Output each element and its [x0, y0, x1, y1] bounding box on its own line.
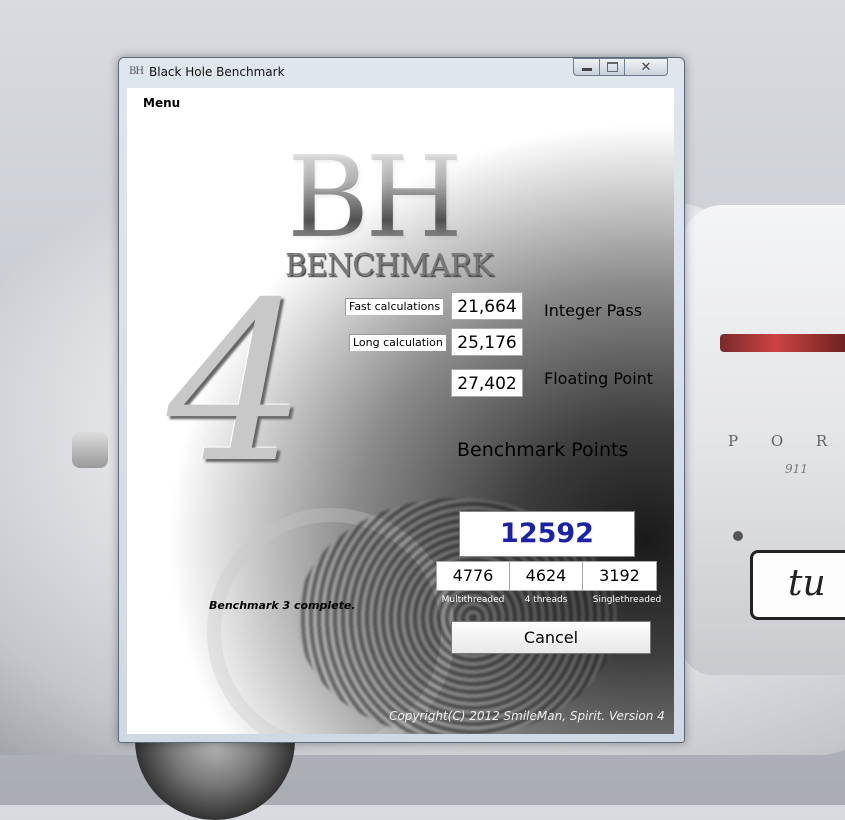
car-sensor: [733, 531, 743, 541]
cancel-button[interactable]: Cancel: [451, 621, 651, 654]
car-tail-light: [720, 334, 845, 352]
singlethreaded-caption: Singlethreaded: [592, 595, 662, 605]
floating-point-value: 27,402: [451, 369, 523, 397]
multithreaded-caption: Multithreaded: [441, 595, 505, 605]
multithreaded-score: 4776: [436, 561, 510, 591]
logo-bh: BH: [287, 133, 463, 263]
copyright-text: Copyright(C) 2012 SmileMan, Spirit. Vers…: [389, 709, 665, 723]
benchmark-total-score: 12592: [459, 511, 635, 557]
close-icon: ✕: [640, 59, 652, 75]
minimize-button[interactable]: [573, 58, 600, 76]
maximize-icon: [606, 62, 618, 72]
four-threads-score: 4624: [509, 561, 583, 591]
title-bar[interactable]: BH Black Hole Benchmark ✕: [119, 58, 684, 86]
menu-item[interactable]: Menu: [143, 96, 180, 110]
floating-point-label: Floating Point: [544, 369, 654, 388]
fast-calculations-value: 21,664: [451, 292, 523, 320]
car-door-handle: [72, 432, 108, 468]
benchmark-window: BH Black Hole Benchmark ✕ Menu BH BENCHM…: [118, 57, 685, 743]
long-calculation-value: 25,176: [451, 328, 523, 356]
fast-calculations-label: Fast calculations: [345, 298, 444, 315]
logo-version-four: 4: [167, 255, 307, 511]
logo-benchmark: BENCHMARK: [285, 248, 494, 283]
close-button[interactable]: ✕: [624, 58, 668, 76]
long-calculation-label: Long calculation: [349, 334, 446, 351]
maximize-button[interactable]: [599, 58, 625, 76]
benchmark-points-title: Benchmark Points: [457, 439, 629, 461]
car-model-text: 911: [785, 462, 808, 476]
integer-pass-label: Integer Pass: [544, 301, 643, 320]
four-threads-caption: 4 threads: [524, 595, 568, 605]
car-badge-text: P O R: [728, 432, 842, 450]
window-title: Black Hole Benchmark: [149, 65, 285, 79]
car-plate: tu: [750, 550, 845, 620]
singlethreaded-score: 3192: [582, 561, 657, 591]
minimize-icon: [581, 67, 592, 71]
status-text: Benchmark 3 complete.: [209, 599, 356, 612]
app-icon: BH: [129, 66, 144, 77]
client-area: Menu BH BENCHMARK 4 Fast calculations 21…: [127, 88, 674, 734]
